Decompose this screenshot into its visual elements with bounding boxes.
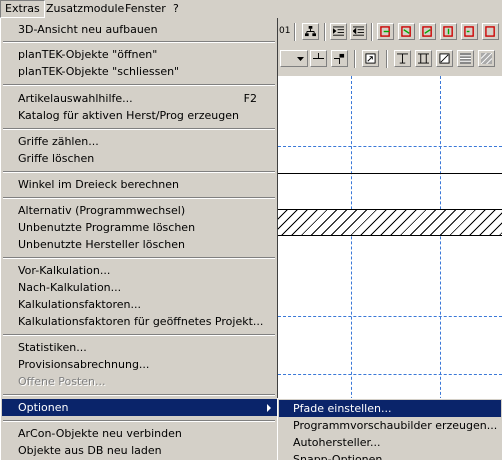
menu-separator	[3, 128, 275, 130]
menu-item-objekte-oeffnen[interactable]: planTEK-Objekte "öffnen"	[2, 46, 277, 63]
menu-item-hersteller-loeschen[interactable]: Unbenutzte Hersteller löschen	[2, 236, 277, 253]
hatched-wall	[278, 209, 502, 236]
menu-item-label: Kalkulationsfaktoren...	[18, 298, 141, 311]
menu-separator	[3, 394, 275, 396]
menu-separator	[3, 257, 275, 259]
menu-item-label: Kalkulationsfaktoren für geöffnetes Proj…	[18, 315, 264, 328]
toolbar-separator	[354, 50, 356, 68]
menu-separator	[3, 420, 275, 422]
submenu-arrow-icon	[267, 404, 271, 412]
menu-item-alternativ[interactable]: Alternativ (Programmwechsel)	[2, 202, 277, 219]
tee-junction-icon[interactable]	[310, 50, 327, 67]
toolbar-top: 01	[278, 20, 502, 44]
align-top-icon[interactable]	[394, 50, 411, 67]
menu-item-label: ArCon-Objekte neu verbinden	[18, 427, 182, 440]
submenu-item-label: Pfade einstellen...	[293, 402, 392, 415]
menu-extras[interactable]: Extras	[0, 0, 45, 18]
door-red-icon-4[interactable]	[440, 23, 457, 40]
align-span-icon[interactable]	[415, 50, 432, 67]
menu-item-label: Objekte aus DB neu laden	[18, 444, 162, 457]
submenu-item-pfade[interactable]: Pfade einstellen...	[279, 400, 501, 417]
menu-item-label: Unbenutzte Hersteller löschen	[18, 238, 185, 251]
submenu-item-programmvorschaubilder[interactable]: Programmvorschaubilder erzeugen...	[279, 417, 501, 434]
optionen-submenu: Pfade einstellen... Programmvorschaubild…	[277, 398, 502, 460]
menu-item-katalog[interactable]: Katalog für aktiven Herst/Prog erzeugen	[2, 107, 277, 124]
menu-item-label: Griffe zählen...	[18, 135, 99, 148]
menu-separator	[3, 334, 275, 336]
menu-bar: Extras Zusatzmodule Fenster ?	[0, 0, 502, 18]
menu-item-winkel[interactable]: Winkel im Dreieck berechnen	[2, 176, 277, 193]
hatch-pattern-icon[interactable]	[478, 50, 495, 67]
toolbar-separator	[294, 23, 296, 41]
menu-item-label: Provisionsabrechnung...	[18, 358, 150, 371]
menu-item-provisionsabrechnung[interactable]: Provisionsabrechnung...	[2, 356, 277, 373]
submenu-item-snapp-optionen[interactable]: Snapp-Optionen	[279, 451, 501, 460]
corner-connect-icon[interactable]	[331, 50, 348, 67]
door-red-icon-3[interactable]	[419, 23, 436, 40]
menu-item-label: planTEK-Objekte "öffnen"	[18, 48, 158, 61]
menu-item-objekte-schliessen[interactable]: planTEK-Objekte "schliessen"	[2, 63, 277, 80]
move-arrow-icon[interactable]	[362, 50, 379, 67]
menu-item-optionen[interactable]: Optionen	[2, 399, 277, 416]
toolbar-separator	[324, 23, 326, 41]
guide-line-horizontal	[278, 374, 502, 375]
image-edit-icon[interactable]	[436, 50, 453, 67]
door-red-icon-5[interactable]	[461, 23, 478, 40]
menu-item-griffe-loeschen[interactable]: Griffe löschen	[2, 150, 277, 167]
door-red-icon-2[interactable]	[398, 23, 415, 40]
menu-separator	[3, 41, 275, 43]
menu-item-griffe-zaehlen[interactable]: Griffe zählen...	[2, 133, 277, 150]
menu-item-label: 3D-Ansicht neu aufbauen	[18, 23, 158, 36]
menu-item-kalkulationsfaktoren-projekt[interactable]: Kalkulationsfaktoren für geöffnetes Proj…	[2, 313, 277, 330]
menu-item-label: Unbenutzte Programme löschen	[18, 221, 196, 234]
toolbar-second	[278, 47, 502, 73]
toolbar-separator	[386, 50, 388, 68]
grid-pattern-icon[interactable]	[457, 50, 474, 67]
indent-left-icon[interactable]	[350, 23, 367, 40]
menu-separator	[3, 171, 275, 173]
toolbar-partial-label: 01	[279, 26, 291, 36]
menu-item-label: Statistiken...	[18, 341, 87, 354]
menu-item-vor-kalkulation[interactable]: Vor-Kalkulation...	[2, 262, 277, 279]
menu-help[interactable]: ?	[169, 1, 183, 17]
menu-fenster[interactable]: Fenster	[121, 1, 170, 17]
menu-item-objekte-neu-laden[interactable]: Objekte aus DB neu laden	[2, 442, 277, 459]
submenu-item-label: Autohersteller...	[293, 436, 381, 449]
menu-item-label: planTEK-Objekte "schliessen"	[18, 65, 180, 78]
dropdown-button[interactable]	[280, 50, 308, 67]
menu-item-offene-posten: Offene Posten...	[2, 373, 277, 390]
menu-item-label: Alternativ (Programmwechsel)	[18, 204, 186, 217]
indent-right-icon[interactable]	[330, 23, 347, 40]
menu-item-label: Winkel im Dreieck berechnen	[18, 178, 180, 191]
menu-zusatzmodule[interactable]: Zusatzmodule	[42, 1, 128, 17]
extras-menu: 3D-Ansicht neu aufbauen planTEK-Objekte …	[0, 18, 278, 460]
menu-item-label: Vor-Kalkulation...	[18, 264, 111, 277]
menu-item-artikelauswahlhilfe[interactable]: Artikelauswahlhilfe... F2	[2, 90, 277, 107]
menu-item-label: Nach-Kalkulation...	[18, 281, 122, 294]
door-red-icon-1[interactable]	[377, 23, 394, 40]
menu-item-3d-ansicht[interactable]: 3D-Ansicht neu aufbauen	[2, 21, 277, 38]
guide-line-horizontal	[278, 316, 502, 317]
menu-item-statistiken[interactable]: Statistiken...	[2, 339, 277, 356]
door-red-icon-6[interactable]	[482, 23, 499, 40]
guide-line-horizontal	[278, 146, 502, 147]
menu-item-label: Offene Posten...	[18, 375, 106, 388]
menu-item-label: Optionen	[18, 401, 69, 414]
menu-item-nach-kalkulation[interactable]: Nach-Kalkulation...	[2, 279, 277, 296]
menu-separator	[3, 197, 275, 199]
menu-item-arcon-verbinden[interactable]: ArCon-Objekte neu verbinden	[2, 425, 277, 442]
wall-line	[278, 173, 502, 174]
submenu-item-label: Programmvorschaubilder erzeugen...	[293, 419, 498, 432]
submenu-item-label: Snapp-Optionen	[293, 453, 383, 460]
network-tree-icon[interactable]	[302, 23, 319, 40]
menu-item-label: Katalog für aktiven Herst/Prog erzeugen	[18, 109, 239, 122]
menu-item-label: Griffe löschen	[18, 152, 95, 165]
menu-item-shortcut: F2	[243, 92, 257, 105]
menu-item-label: Artikelauswahlhilfe...	[18, 92, 133, 105]
submenu-item-autohersteller[interactable]: Autohersteller...	[279, 434, 501, 451]
toolbar-separator	[371, 23, 373, 41]
menu-item-programme-loeschen[interactable]: Unbenutzte Programme löschen	[2, 219, 277, 236]
menu-separator	[3, 84, 275, 86]
menu-item-kalkulationsfaktoren[interactable]: Kalkulationsfaktoren...	[2, 296, 277, 313]
